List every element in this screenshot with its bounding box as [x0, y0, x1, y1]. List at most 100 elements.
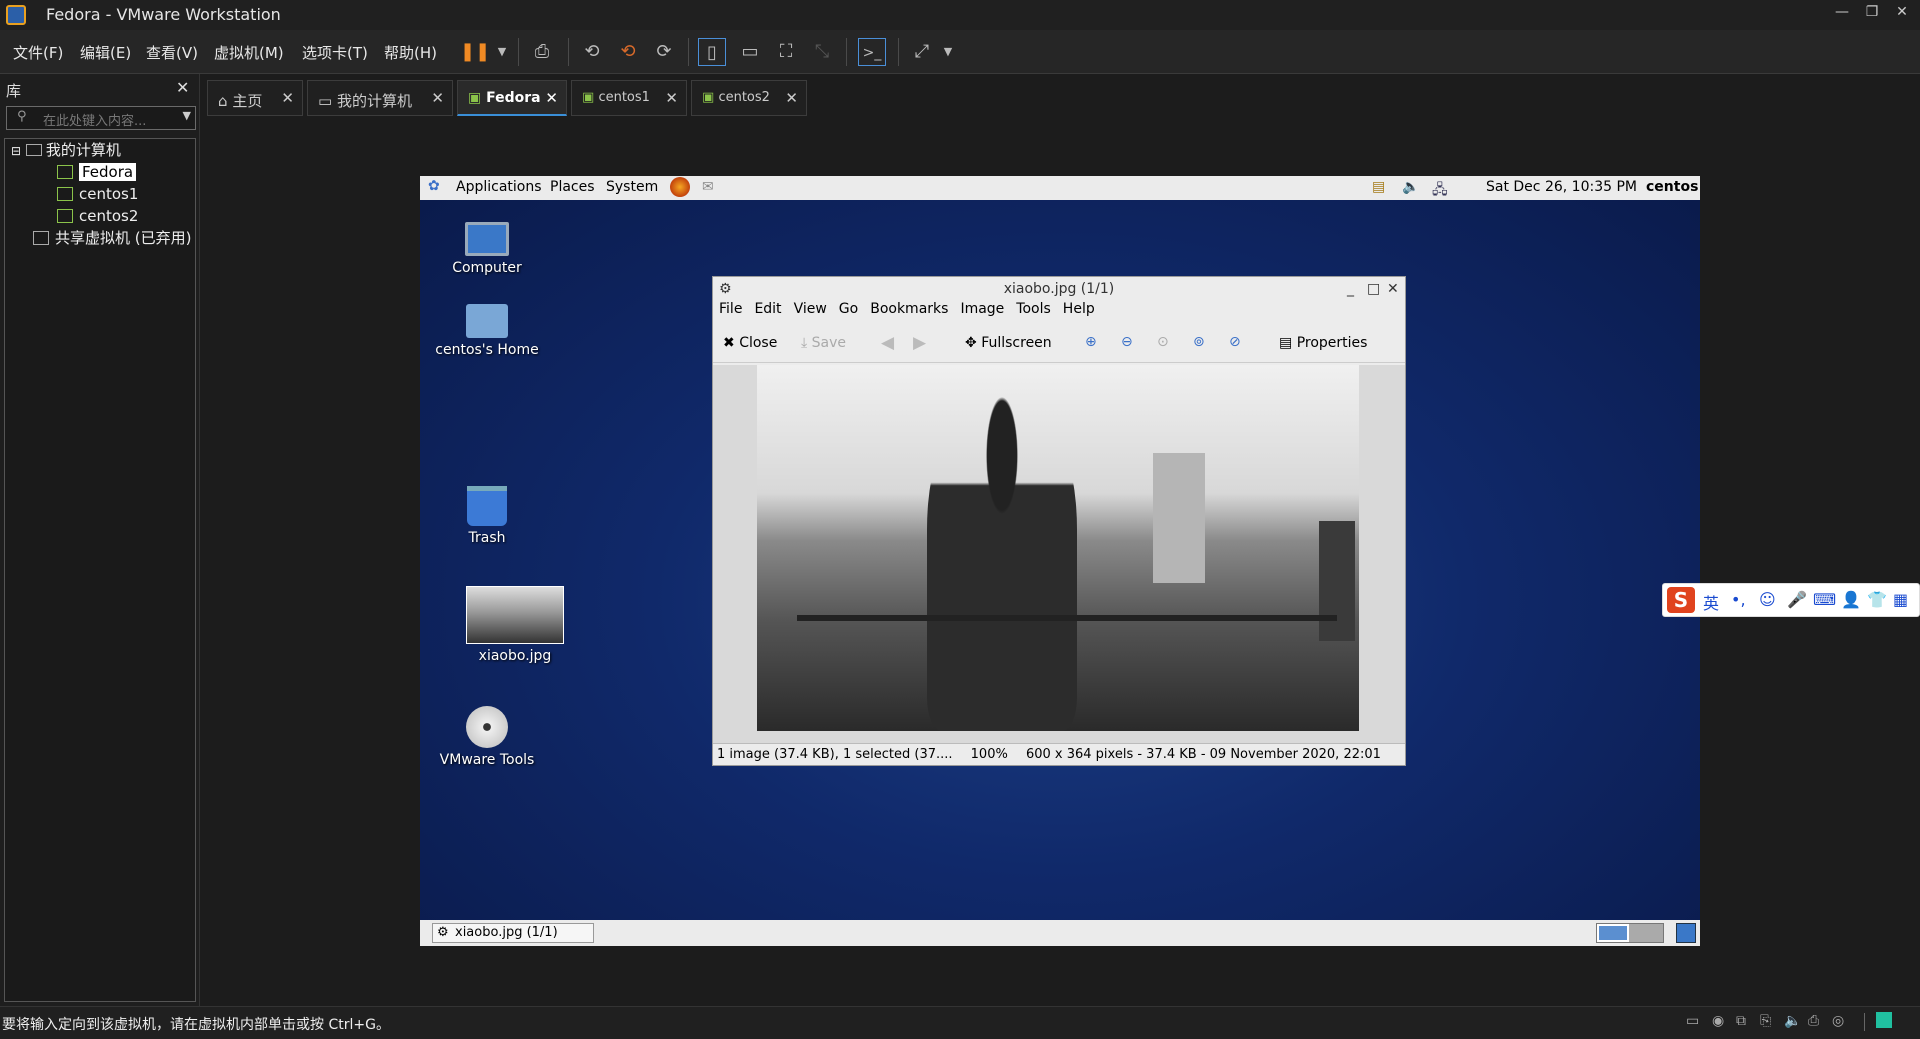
- thumbnail-bar-icon[interactable]: ▭: [736, 38, 764, 66]
- snapshot-manager-icon[interactable]: ⟳: [650, 38, 678, 66]
- send-ctrl-alt-del-icon[interactable]: ⎙: [528, 38, 556, 66]
- viewer-menu-view[interactable]: View: [794, 301, 827, 317]
- menu-file[interactable]: 文件(F): [13, 42, 63, 63]
- show-library-icon[interactable]: ▯: [698, 38, 726, 66]
- user-icon[interactable]: 👤: [1841, 590, 1861, 609]
- volume-icon[interactable]: 🔈: [1402, 179, 1419, 195]
- mail-icon[interactable]: ✉: [702, 179, 714, 195]
- display-icon[interactable]: ◎: [1832, 1013, 1844, 1029]
- viewer-menu-tools[interactable]: Tools: [1016, 301, 1051, 317]
- menu-vm[interactable]: 虚拟机(M): [214, 42, 284, 63]
- library-search-input[interactable]: ⚲ 在此处键入内容... ▼: [6, 106, 196, 130]
- taskbar-item-viewer[interactable]: ⚙ xiaobo.jpg (1/1): [432, 923, 594, 943]
- menu-help[interactable]: 帮助(H): [384, 42, 437, 63]
- viewer-menu-help[interactable]: Help: [1063, 301, 1095, 317]
- menu-view[interactable]: 查看(V): [146, 42, 198, 63]
- viewer-menu-edit[interactable]: Edit: [754, 301, 781, 317]
- desktop-icon-home[interactable]: centos's Home: [432, 304, 542, 358]
- usb-icon[interactable]: ⎘: [1760, 1013, 1771, 1029]
- tab-my-computer[interactable]: ▭ 我的计算机 ✕: [307, 80, 453, 116]
- vm-console[interactable]: ✿ Applications Places System ✉ ▤ 🔈 🖧 Sat…: [420, 176, 1700, 946]
- close-icon[interactable]: ✕: [176, 78, 189, 97]
- firefox-icon[interactable]: [670, 177, 690, 197]
- fit-width-icon[interactable]: ⊘: [1229, 334, 1241, 350]
- normal-size-icon[interactable]: ⊙: [1157, 334, 1169, 350]
- clock[interactable]: Sat Dec 26, 10:35 PM: [1486, 179, 1637, 195]
- chevron-down-icon[interactable]: ▼: [183, 109, 191, 122]
- chevron-down-icon[interactable]: ▼: [934, 38, 962, 66]
- pause-icon[interactable]: ❚❚: [460, 38, 490, 66]
- menu-edit[interactable]: 编辑(E): [80, 42, 131, 63]
- viewer-menu-bookmarks[interactable]: Bookmarks: [870, 301, 948, 317]
- maximize-button[interactable]: □: [1367, 277, 1380, 301]
- menu-tabs[interactable]: 选项卡(T): [302, 42, 368, 63]
- close-icon[interactable]: ✕: [281, 89, 294, 107]
- close-image-button[interactable]: ✖ Close: [723, 335, 777, 351]
- cd-icon[interactable]: ◉: [1712, 1013, 1724, 1029]
- message-log-icon[interactable]: [1876, 1012, 1892, 1028]
- grid-menu-icon[interactable]: ▦: [1893, 590, 1908, 609]
- tab-centos2[interactable]: ▣ centos2 ✕: [691, 80, 807, 116]
- desktop-icon-trash[interactable]: Trash: [432, 486, 542, 546]
- user-name[interactable]: centos: [1646, 179, 1698, 195]
- tab-fedora[interactable]: ▣ Fedora ✕: [457, 80, 567, 116]
- punctuation-icon[interactable]: •,: [1731, 590, 1746, 609]
- close-icon[interactable]: ✕: [665, 89, 678, 107]
- tree-item-shared[interactable]: 共享虚拟机 (已弃用): [5, 227, 195, 249]
- revert-snapshot-icon[interactable]: ⟲: [614, 38, 642, 66]
- properties-button[interactable]: ▤ Properties: [1279, 335, 1367, 351]
- sogou-logo-icon[interactable]: S: [1667, 587, 1695, 613]
- close-icon[interactable]: ✕: [431, 89, 444, 107]
- tree-item-root[interactable]: ⊟ 我的计算机: [5, 139, 195, 161]
- minimize-button[interactable]: _: [1347, 277, 1354, 301]
- fullscreen-button[interactable]: ✥ Fullscreen: [965, 335, 1052, 351]
- zoom-out-icon[interactable]: ⊖: [1121, 334, 1133, 350]
- skin-icon[interactable]: 👕: [1867, 590, 1887, 609]
- desktop-icon-vmware-tools[interactable]: VMware Tools: [432, 706, 542, 768]
- hard-disk-icon[interactable]: ▭: [1686, 1013, 1699, 1029]
- next-image-button[interactable]: ▶: [913, 333, 926, 353]
- best-fit-icon[interactable]: ⊚: [1193, 334, 1205, 350]
- desktop-icon-computer[interactable]: Computer: [432, 222, 542, 276]
- close-icon[interactable]: ✕: [785, 89, 798, 107]
- ime-language-toggle[interactable]: 英: [1703, 590, 1719, 614]
- viewer-menu-go[interactable]: Go: [839, 301, 858, 317]
- previous-image-button[interactable]: ◀: [881, 333, 894, 353]
- viewer-menu-file[interactable]: File: [719, 301, 742, 317]
- workspace-1[interactable]: [1597, 924, 1629, 942]
- update-icon[interactable]: ▤: [1372, 179, 1385, 195]
- zoom-in-icon[interactable]: ⊕: [1085, 334, 1097, 350]
- chevron-down-icon[interactable]: ▼: [488, 38, 516, 66]
- close-window-button[interactable]: ✕: [1387, 277, 1399, 301]
- network-icon[interactable]: 🖧: [1432, 179, 1448, 203]
- console-view-icon[interactable]: >_: [858, 38, 886, 66]
- workspace-switcher[interactable]: [1596, 923, 1664, 943]
- places-menu[interactable]: Places: [550, 179, 595, 195]
- emoji-icon[interactable]: ☺: [1759, 590, 1776, 609]
- close-window-button[interactable]: ✕: [1888, 4, 1916, 24]
- tree-item-centos2[interactable]: centos2: [5, 205, 195, 227]
- unity-icon[interactable]: ⤡: [808, 38, 836, 66]
- desktop-icon-xiaobo[interactable]: xiaobo.jpg: [460, 586, 570, 664]
- tab-home[interactable]: ⌂ 主页 ✕: [207, 80, 303, 116]
- collapse-icon[interactable]: ⊟: [11, 144, 21, 158]
- keyboard-icon[interactable]: ⌨: [1813, 590, 1836, 609]
- tab-centos1[interactable]: ▣ centos1 ✕: [571, 80, 687, 116]
- minimize-button[interactable]: —: [1828, 4, 1856, 24]
- applications-menu[interactable]: Applications: [456, 179, 542, 195]
- network-adapter-icon[interactable]: ⧉: [1736, 1013, 1746, 1029]
- image-canvas[interactable]: [713, 365, 1405, 743]
- full-screen-icon[interactable]: ⛶: [772, 38, 800, 66]
- save-button[interactable]: ⤓ Save: [801, 335, 846, 351]
- snapshot-icon[interactable]: ⟲: [578, 38, 606, 66]
- system-menu[interactable]: System: [606, 179, 658, 195]
- microphone-icon[interactable]: 🎤: [1787, 590, 1807, 609]
- trash-applet-icon[interactable]: [1676, 923, 1696, 943]
- tree-item-centos1[interactable]: centos1: [5, 183, 195, 205]
- close-icon[interactable]: ✕: [545, 89, 558, 107]
- stretch-guest-icon[interactable]: ⤢: [908, 38, 936, 66]
- restore-button[interactable]: ❐: [1858, 4, 1886, 24]
- tree-item-fedora[interactable]: Fedora: [5, 161, 195, 183]
- sound-icon[interactable]: 🔈: [1784, 1013, 1801, 1029]
- printer-icon[interactable]: ⎙: [1808, 1013, 1819, 1029]
